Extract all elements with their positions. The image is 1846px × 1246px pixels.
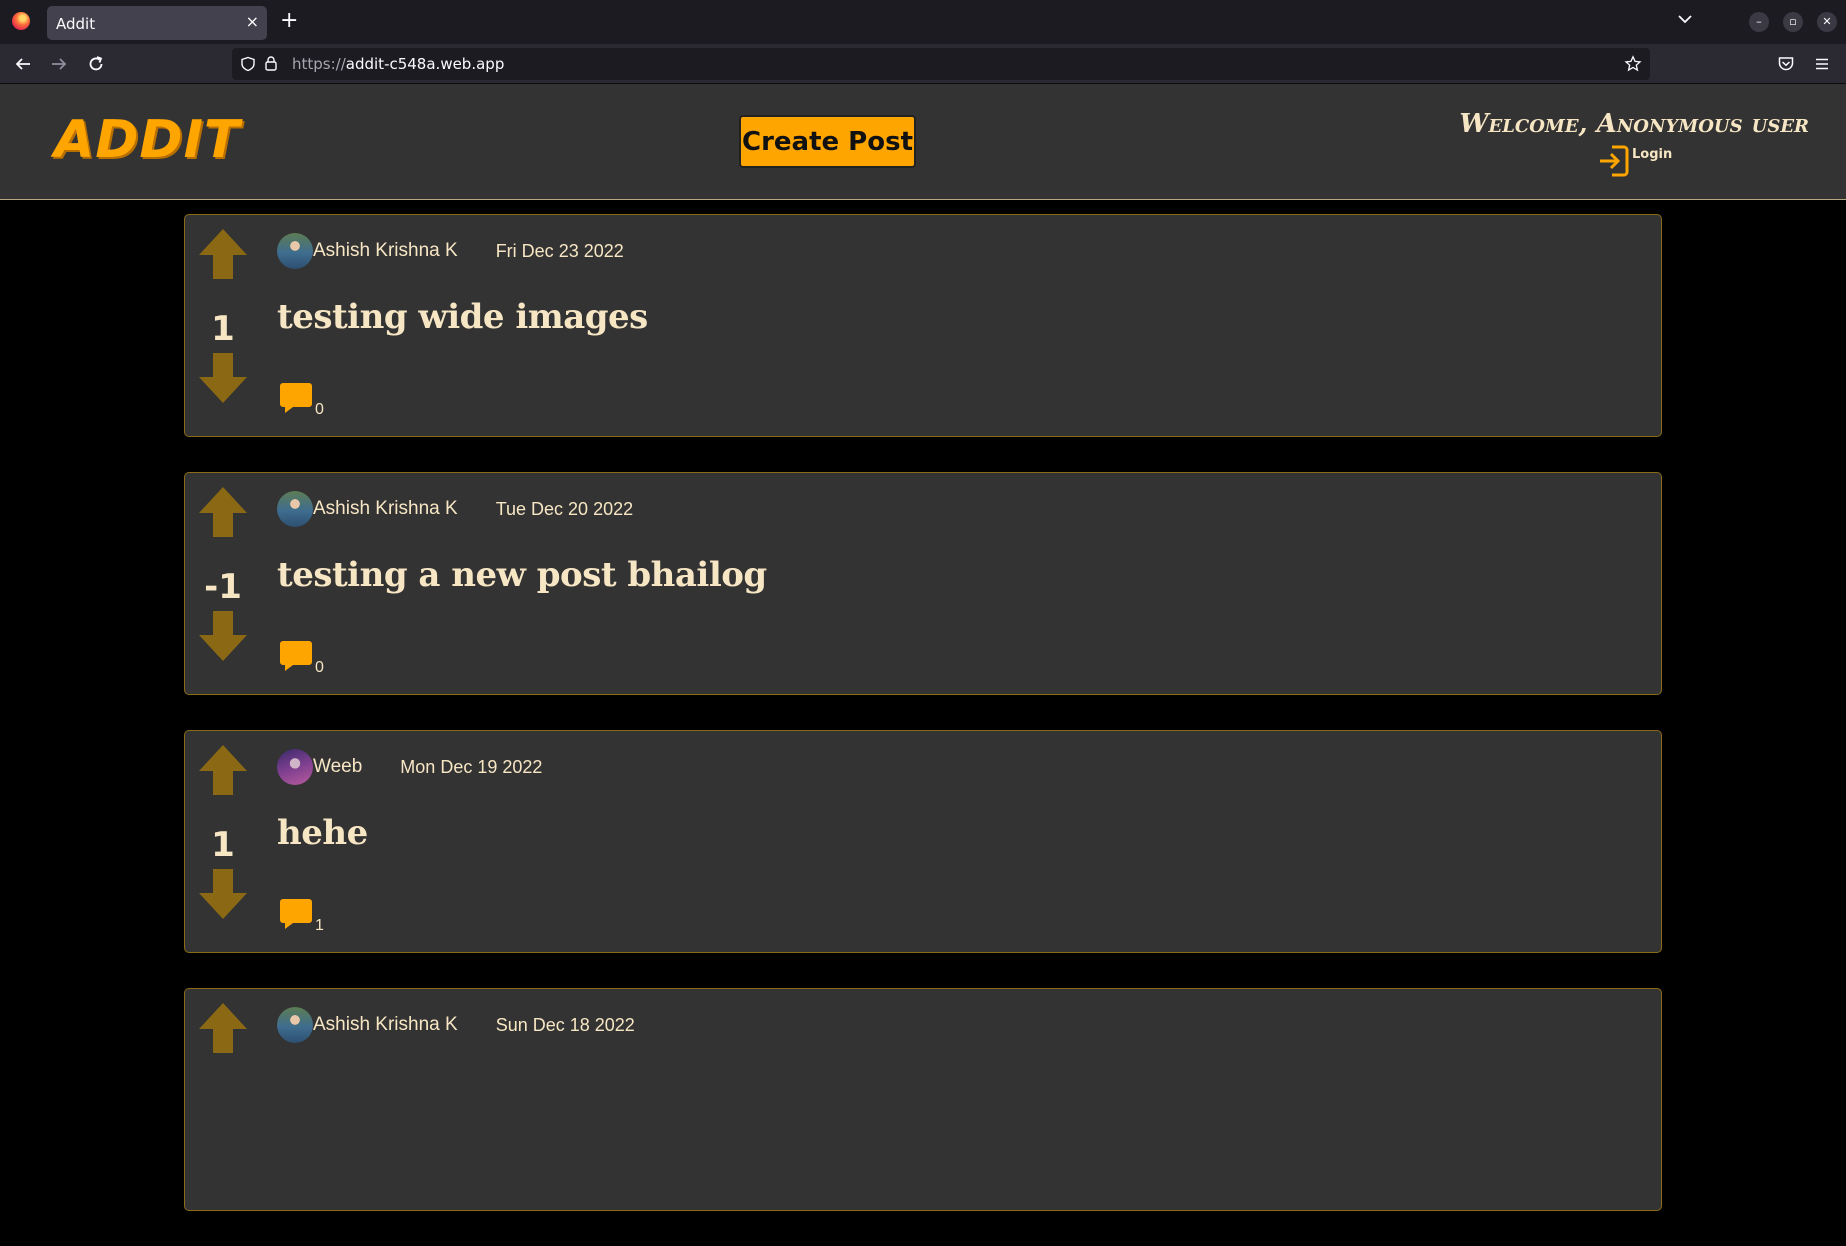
welcome-message: Welcome, Anonymous user xyxy=(1459,109,1809,139)
post-card[interactable]: -1 Ashish Krishna K Tue Dec 20 2022 test… xyxy=(184,472,1662,695)
post-title[interactable]: testing a new post bhailog xyxy=(277,555,767,595)
tab-close-icon[interactable]: × xyxy=(246,12,259,32)
firefox-icon xyxy=(12,12,30,30)
downvote-arrow-icon[interactable] xyxy=(197,867,249,921)
login-button[interactable]: Login xyxy=(1598,144,1672,178)
post-date: Sun Dec 18 2022 xyxy=(495,1014,635,1035)
post-author[interactable]: Ashish Krishna K xyxy=(313,240,458,262)
reload-icon[interactable] xyxy=(87,55,105,73)
bookmark-star-icon[interactable] xyxy=(1624,55,1642,73)
minimize-icon[interactable]: – xyxy=(1749,12,1769,32)
browser-navbar: https://addit-c548a.web.app xyxy=(0,44,1846,84)
upvote-arrow-icon[interactable] xyxy=(197,1001,249,1055)
back-icon[interactable] xyxy=(14,55,32,73)
vote-score: 1 xyxy=(211,309,235,349)
upvote-arrow-icon[interactable] xyxy=(197,743,249,797)
upvote-arrow-icon[interactable] xyxy=(197,485,249,539)
post-meta: Ashish Krishna K Sun Dec 18 2022 xyxy=(277,1007,635,1043)
url-bar[interactable]: https://addit-c548a.web.app xyxy=(232,48,1650,80)
author-avatar[interactable] xyxy=(277,233,313,269)
post-card[interactable]: 1 Ashish Krishna K Fri Dec 23 2022 testi… xyxy=(184,214,1662,437)
browser-tabstrip: Addit × + – ▫ ✕ xyxy=(0,0,1846,44)
url-scheme: https:// xyxy=(292,55,346,73)
url-host: addit-c548a.web.app xyxy=(345,55,505,73)
post-feed: 1 Ashish Krishna K Fri Dec 23 2022 testi… xyxy=(184,214,1662,1246)
create-post-button[interactable]: Create Post xyxy=(739,115,916,168)
vote-column: 1 xyxy=(197,743,249,923)
close-window-icon[interactable]: ✕ xyxy=(1817,12,1837,32)
speech-bubble-icon[interactable] xyxy=(279,897,313,931)
post-title[interactable]: testing wide images xyxy=(277,297,648,337)
shield-icon[interactable] xyxy=(240,56,256,72)
post-date: Mon Dec 19 2022 xyxy=(400,756,543,777)
downvote-arrow-icon[interactable] xyxy=(197,351,249,405)
post-author[interactable]: Weeb xyxy=(313,756,362,778)
site-logo[interactable]: ADDIT xyxy=(54,110,240,170)
comment-count: 1 xyxy=(315,917,324,934)
post-meta: Ashish Krishna K Fri Dec 23 2022 xyxy=(277,233,624,269)
vote-column xyxy=(197,1001,249,1181)
new-tab-button[interactable]: + xyxy=(280,9,298,33)
post-card[interactable]: 1 Weeb Mon Dec 19 2022 hehe 1 xyxy=(184,730,1662,953)
vote-score: 1 xyxy=(211,825,235,865)
comments-link[interactable]: 0 xyxy=(279,381,324,418)
post-title[interactable]: hehe xyxy=(277,813,368,853)
sign-in-icon[interactable] xyxy=(1598,144,1630,178)
browser-tab[interactable]: Addit × xyxy=(47,6,267,40)
tab-title: Addit xyxy=(56,15,96,33)
site-header: ADDIT Create Post Welcome, Anonymous use… xyxy=(0,84,1846,200)
chevron-down-icon[interactable] xyxy=(1676,10,1694,28)
post-date: Fri Dec 23 2022 xyxy=(495,240,624,261)
vote-score: -1 xyxy=(204,567,242,607)
pocket-icon[interactable] xyxy=(1777,55,1795,73)
author-avatar[interactable] xyxy=(277,749,313,785)
comment-count: 0 xyxy=(315,659,324,676)
comments-link[interactable]: 1 xyxy=(279,897,324,934)
post-meta: Weeb Mon Dec 19 2022 xyxy=(277,749,542,785)
downvote-arrow-icon[interactable] xyxy=(197,609,249,663)
vote-column: -1 xyxy=(197,485,249,665)
post-author[interactable]: Ashish Krishna K xyxy=(313,1014,458,1036)
speech-bubble-icon[interactable] xyxy=(279,381,313,415)
hamburger-menu-icon[interactable] xyxy=(1813,55,1831,73)
comment-count: 0 xyxy=(315,401,324,418)
speech-bubble-icon[interactable] xyxy=(279,639,313,673)
lock-icon[interactable] xyxy=(264,55,278,72)
login-label: Login xyxy=(1632,147,1673,162)
author-avatar[interactable] xyxy=(277,1007,313,1043)
vote-column: 1 xyxy=(197,227,249,407)
upvote-arrow-icon[interactable] xyxy=(197,227,249,281)
author-avatar[interactable] xyxy=(277,491,313,527)
forward-icon[interactable] xyxy=(50,55,68,73)
post-author[interactable]: Ashish Krishna K xyxy=(313,498,458,520)
post-meta: Ashish Krishna K Tue Dec 20 2022 xyxy=(277,491,633,527)
comments-link[interactable]: 0 xyxy=(279,639,324,676)
url-text[interactable]: https://addit-c548a.web.app xyxy=(292,55,504,73)
post-card[interactable]: Ashish Krishna K Sun Dec 18 2022 xyxy=(184,988,1662,1211)
restore-icon[interactable]: ▫ xyxy=(1783,12,1803,32)
post-date: Tue Dec 20 2022 xyxy=(495,498,634,519)
